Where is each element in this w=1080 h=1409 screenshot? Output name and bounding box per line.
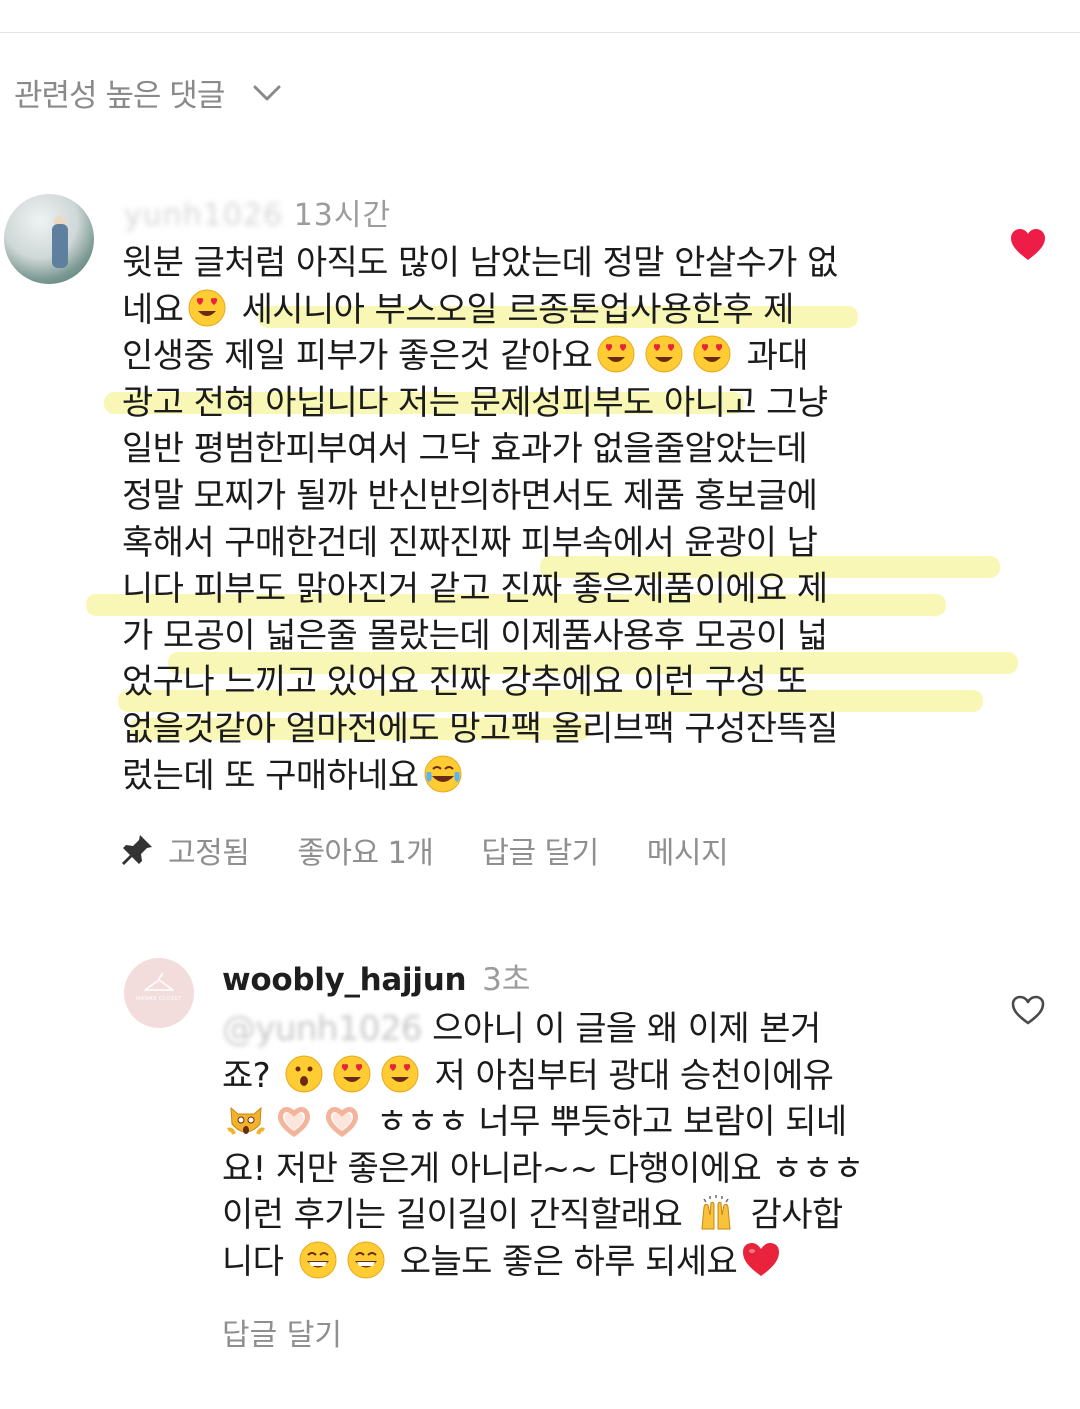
text-line: 었구나 느끼고 있어요 진짜 강추에요 이런 구성 또: [122, 659, 982, 706]
reply-button[interactable]: 답글 달기: [222, 1310, 342, 1354]
text-segment: 네요: [122, 289, 184, 330]
text-line: 요! 저만 좋은게 아니라~~ 다행이에요 ㅎㅎㅎ: [222, 1146, 1002, 1193]
text-line: 가 모공이 넓은줄 몰랐는데 이제품사용후 모공이 넓: [122, 613, 982, 660]
avatar-photo-figure: [52, 224, 68, 268]
text-line: 일반 평범한피부여서 그닥 효과가 없을줄알았는데: [122, 426, 982, 473]
text-segment: 일반 평범한피부여서 그닥 효과가 없을줄알았는데: [122, 429, 808, 470]
chevron-down-icon: [253, 85, 281, 100]
commenter-avatar[interactable]: [4, 194, 94, 284]
text-line: 없을것같아 얼마전에도 망고팩 올리브팩 구성잔뜩질: [122, 706, 982, 753]
grin-emoji-icon: [347, 1241, 385, 1279]
text-segment: 가 모공이 넓은줄 몰랐는데 이제품사용후 모공이 넓: [122, 615, 828, 656]
text-segment: ㅎㅎㅎ 너무 뿌듯하고 보람이 되네: [366, 1102, 847, 1143]
text-segment: 윗분 글처럼 아직도 많이 남았는데 정말 안살수가 없: [122, 243, 838, 283]
heart-eyes-emoji-icon: [188, 289, 226, 327]
comment-actions: 고정됨 좋아요 1개 답글 달기 메시지: [120, 828, 776, 872]
astonished-emoji-icon: [285, 1055, 323, 1093]
text-line: @yunh1026 으아니 이 글을 왜 이제 본거: [222, 1006, 1002, 1053]
heart-eyes-emoji-icon: [333, 1055, 371, 1093]
hanger-icon: [144, 972, 174, 991]
text-segment: 오늘도 좋은 하루 되세요: [389, 1241, 738, 1282]
text-segment: 없을것같아 얼마전에도 망고팩 올리브팩 구성잔뜩질: [122, 708, 838, 749]
comment-time: 13시간: [293, 198, 392, 233]
reply-avatar[interactable]: MAMAS CLOSET: [124, 958, 194, 1028]
raising-hands-emoji-icon: [701, 1195, 731, 1230]
heart-hands-emoji-icon: [326, 1107, 358, 1138]
text-segment: 감사합: [740, 1195, 844, 1236]
text-line: ㅎㅎㅎ 너무 뿌듯하고 보람이 되네: [222, 1099, 1002, 1146]
text-segment: 니다: [222, 1241, 294, 1282]
avatar-brand-text: MAMAS CLOSET: [136, 996, 182, 1002]
sort-label: 관련성 높은 댓글: [14, 78, 225, 114]
text-segment: 혹해서 구매한건데 진짜진짜 피부속에서 윤광이 납: [122, 522, 818, 563]
text-segment: 인생중 제일 피부가 좋은것 같아요: [122, 336, 593, 377]
scream-cat-emoji-icon: [227, 1107, 265, 1135]
text-line: 이런 후기는 길이길이 간직할래요 감사합: [222, 1192, 1002, 1239]
pin-icon: [122, 835, 152, 865]
heart-eyes-emoji-icon: [693, 335, 731, 373]
text-line: 혹해서 구매한건데 진짜진짜 피부속에서 윤광이 납: [122, 520, 982, 567]
text-line: 죠? 저 아침부터 광대 승천이에유: [222, 1053, 1002, 1100]
reply-username[interactable]: woobly_hajjun: [222, 962, 467, 998]
text-segment: 광고 전혀 아닙니다 저는 문제성피부도 아니고 그냥: [122, 382, 828, 423]
redacted-username[interactable]: yunh1026: [124, 198, 283, 233]
pinned-label: 고정됨: [168, 836, 250, 871]
heart-eyes-emoji-icon: [381, 1055, 419, 1093]
comment-sort-dropdown[interactable]: 관련성 높은 댓글: [14, 70, 282, 115]
text-segment: 저 아침부터 광대 승천이에유: [424, 1055, 834, 1096]
red-heart-emoji-icon: [743, 1242, 780, 1276]
text-segment: 요! 저만 좋은게 아니라~~ 다행이에요 ㅎㅎㅎ: [222, 1148, 864, 1189]
text-segment: 이런 후기는 길이길이 간직할래요: [222, 1195, 693, 1236]
reply-body: @yunh1026 으아니 이 글을 왜 이제 본거 죠? 저 아침부터 광대 승…: [222, 1006, 1002, 1286]
text-line: 광고 전혀 아닙니다 저는 문제성피부도 아니고 그냥: [122, 380, 982, 427]
tears-of-joy-emoji-icon: [424, 755, 462, 793]
text-line: 윗분 글처럼 아직도 많이 남았는데 정말 안살수가 없: [122, 240, 982, 287]
text-line: 네요 세시니아 부스오일 르종톤업사용한후 제: [122, 287, 982, 334]
comment-body: 윗분 글처럼 아직도 많이 남았는데 정말 안살수가 없 네요 세시니아 부스오일…: [122, 240, 982, 799]
grin-emoji-icon: [299, 1241, 337, 1279]
text-segment: 렀는데 또 구매하네요: [122, 755, 419, 796]
text-segment: 으아니 이 글을 왜 이제 본거: [421, 1009, 821, 1049]
comment-meta: yunh1026 13시간: [124, 190, 391, 234]
top-divider: [0, 32, 1080, 33]
text-segment: 세시니아 부스오일 르종톤업사용한후 제: [231, 289, 795, 330]
heart-hands-emoji-icon: [278, 1107, 310, 1138]
likes-count-button[interactable]: 좋아요 1개: [297, 828, 434, 872]
text-line: 렀는데 또 구매하네요: [122, 753, 982, 800]
heart-eyes-emoji-icon: [597, 335, 635, 373]
like-heart-outline-icon[interactable]: [1010, 994, 1046, 1026]
reply-time: 3초: [482, 962, 531, 998]
text-line: 니다 오늘도 좋은 하루 되세요: [222, 1239, 1002, 1286]
text-segment: 죠?: [222, 1055, 281, 1096]
like-heart-filled-icon[interactable]: [1010, 228, 1046, 262]
text-segment: 었구나 느끼고 있어요 진짜 강추에요 이런 구성 또: [122, 662, 808, 703]
redacted-mention[interactable]: @yunh1026: [222, 1009, 423, 1049]
text-segment: 니다 피부도 맑아진거 같고 진짜 좋은제품이에요 제: [122, 569, 828, 610]
text-line: 인생중 제일 피부가 좋은것 같아요 과대: [122, 333, 982, 380]
reply-meta: woobly_hajjun 3초: [222, 954, 530, 999]
text-line: 니다 피부도 맑아진거 같고 진짜 좋은제품이에요 제: [122, 566, 982, 613]
heart-eyes-emoji-icon: [645, 335, 683, 373]
text-segment: 정말 모찌가 될까 반신반의하면서도 제품 홍보글에: [122, 475, 818, 516]
text-line: 정말 모찌가 될까 반신반의하면서도 제품 홍보글에: [122, 473, 982, 520]
reply-button[interactable]: 답글 달기: [481, 828, 599, 872]
message-button[interactable]: 메시지: [647, 828, 729, 872]
text-segment: 과대: [736, 336, 809, 377]
